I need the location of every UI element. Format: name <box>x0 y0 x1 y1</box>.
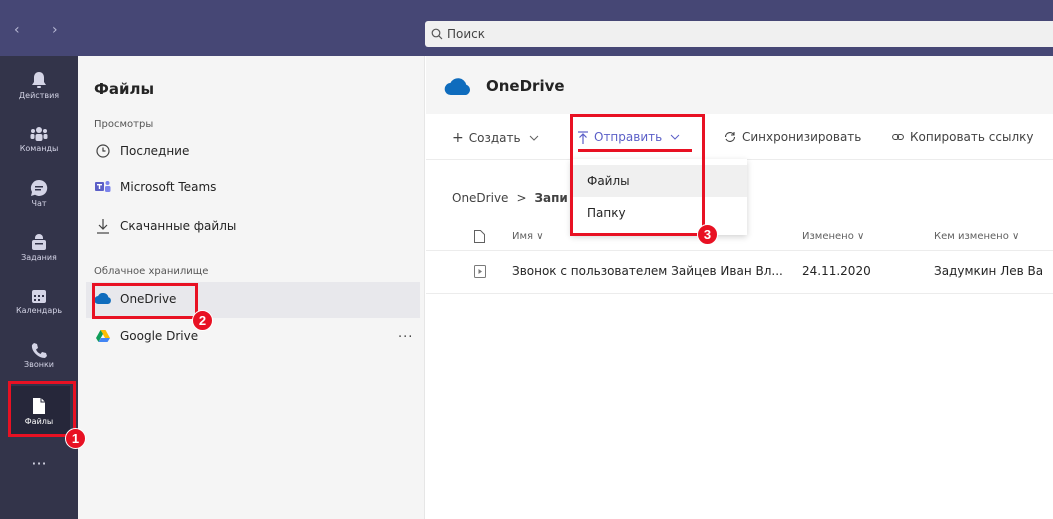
toolbar: + Создать Отправить Синхронизировать Коп… <box>426 114 1053 160</box>
files-item-label: Последние <box>120 144 190 158</box>
main-header: OneDrive <box>426 56 1053 114</box>
onedrive-icon <box>444 78 471 96</box>
files-item-label: Скачанные файлы <box>120 219 237 233</box>
files-item-label: Microsoft Teams <box>120 180 217 194</box>
file-name[interactable]: Звонок с пользователем Зайцев Иван Вл... <box>512 264 783 278</box>
annotation-box-files <box>8 381 76 437</box>
title-bar: ‹ › Поиск <box>0 0 1053 56</box>
sync-icon <box>724 132 736 142</box>
rail-label: Действия <box>18 90 60 100</box>
annotation-box-onedrive <box>92 283 198 319</box>
files-item-microsoft-teams[interactable]: Microsoft Teams <box>94 180 216 194</box>
rail-item-activity[interactable]: Действия <box>8 60 70 110</box>
app-rail: Действия Команды Чат Задания Календарь З… <box>0 56 78 519</box>
file-modified: 24.11.2020 <box>802 264 871 278</box>
annotation-badge-1: 1 <box>65 428 86 449</box>
files-item-label: Google Drive <box>120 329 199 343</box>
link-icon <box>892 134 904 140</box>
bell-icon <box>32 71 46 88</box>
video-file-icon <box>474 265 486 278</box>
rail-item-calls[interactable]: Звонки <box>8 330 70 380</box>
sync-label: Синхронизировать <box>742 130 862 144</box>
column-name-label: Имя <box>512 231 534 242</box>
cloud-section-label: Облачное хранилище <box>94 266 209 277</box>
annotation-badge-3: 3 <box>697 224 718 245</box>
send-underline <box>578 149 692 152</box>
rail-item-teams[interactable]: Команды <box>8 114 70 164</box>
file-modified-by: Задумкин Лев Ва <box>934 264 1044 278</box>
rail-label: Команды <box>19 143 59 153</box>
table-row[interactable]: Звонок с пользователем Зайцев Иван Вл...… <box>426 252 1053 294</box>
copy-link-label: Копировать ссылку <box>910 130 1034 144</box>
rail-label: Календарь <box>15 305 63 315</box>
plus-icon: + <box>452 130 464 146</box>
download-icon <box>97 219 109 234</box>
chat-icon <box>30 179 48 196</box>
more-options-button[interactable]: ··· <box>398 330 413 345</box>
search-icon <box>431 28 443 40</box>
panel-title: Файлы <box>94 80 155 98</box>
files-item-recent[interactable]: Последние <box>94 144 189 158</box>
sync-button[interactable]: Синхронизировать <box>724 130 861 144</box>
assignments-icon <box>32 233 46 250</box>
rail-more-button[interactable]: ··· <box>0 454 78 473</box>
clock-icon <box>96 144 110 158</box>
search-input[interactable]: Поиск <box>425 21 1053 47</box>
rail-label: Чат <box>31 198 47 208</box>
rail-label: Звонки <box>24 359 54 369</box>
column-modified-by[interactable]: Кем изменено ∨ <box>934 231 1019 242</box>
teams-icon <box>30 126 48 141</box>
create-button[interactable]: + Создать <box>452 130 539 146</box>
copy-link-button[interactable]: Копировать ссылку <box>892 130 1033 144</box>
annotation-badge-2: 2 <box>192 310 213 331</box>
teams-logo-icon <box>95 181 111 192</box>
main-content: OneDrive + Создать Отправить Синхронизир… <box>426 56 1053 519</box>
search-placeholder: Поиск <box>447 27 486 41</box>
chevron-down-icon <box>529 135 538 141</box>
annotation-box-send <box>570 114 705 236</box>
breadcrumb: OneDrive > Запи <box>452 191 568 205</box>
page-title: OneDrive <box>486 77 565 95</box>
views-section-label: Просмотры <box>94 119 154 130</box>
column-modified[interactable]: Изменено ∨ <box>802 231 864 242</box>
breadcrumb-root[interactable]: OneDrive <box>452 191 508 205</box>
create-label: Создать <box>468 131 521 145</box>
rail-item-calendar[interactable]: Календарь <box>8 276 70 326</box>
phone-icon <box>31 342 47 358</box>
file-type-icon <box>474 230 485 243</box>
rail-item-chat[interactable]: Чат <box>8 168 70 218</box>
breadcrumb-current: Запи <box>534 191 568 205</box>
nav-arrows[interactable]: ‹ › <box>14 22 72 38</box>
breadcrumb-separator: > <box>516 191 527 205</box>
google-drive-icon <box>96 330 110 342</box>
rail-item-assignments[interactable]: Задания <box>8 222 70 272</box>
column-modified-label: Изменено <box>802 231 854 242</box>
column-name[interactable]: Имя ∨ <box>512 231 544 242</box>
files-item-google-drive[interactable]: Google Drive <box>94 329 198 343</box>
calendar-icon <box>32 289 46 303</box>
files-item-downloads[interactable]: Скачанные файлы <box>94 218 236 234</box>
rail-label: Задания <box>21 252 57 262</box>
column-modified-by-label: Кем изменено <box>934 231 1009 242</box>
